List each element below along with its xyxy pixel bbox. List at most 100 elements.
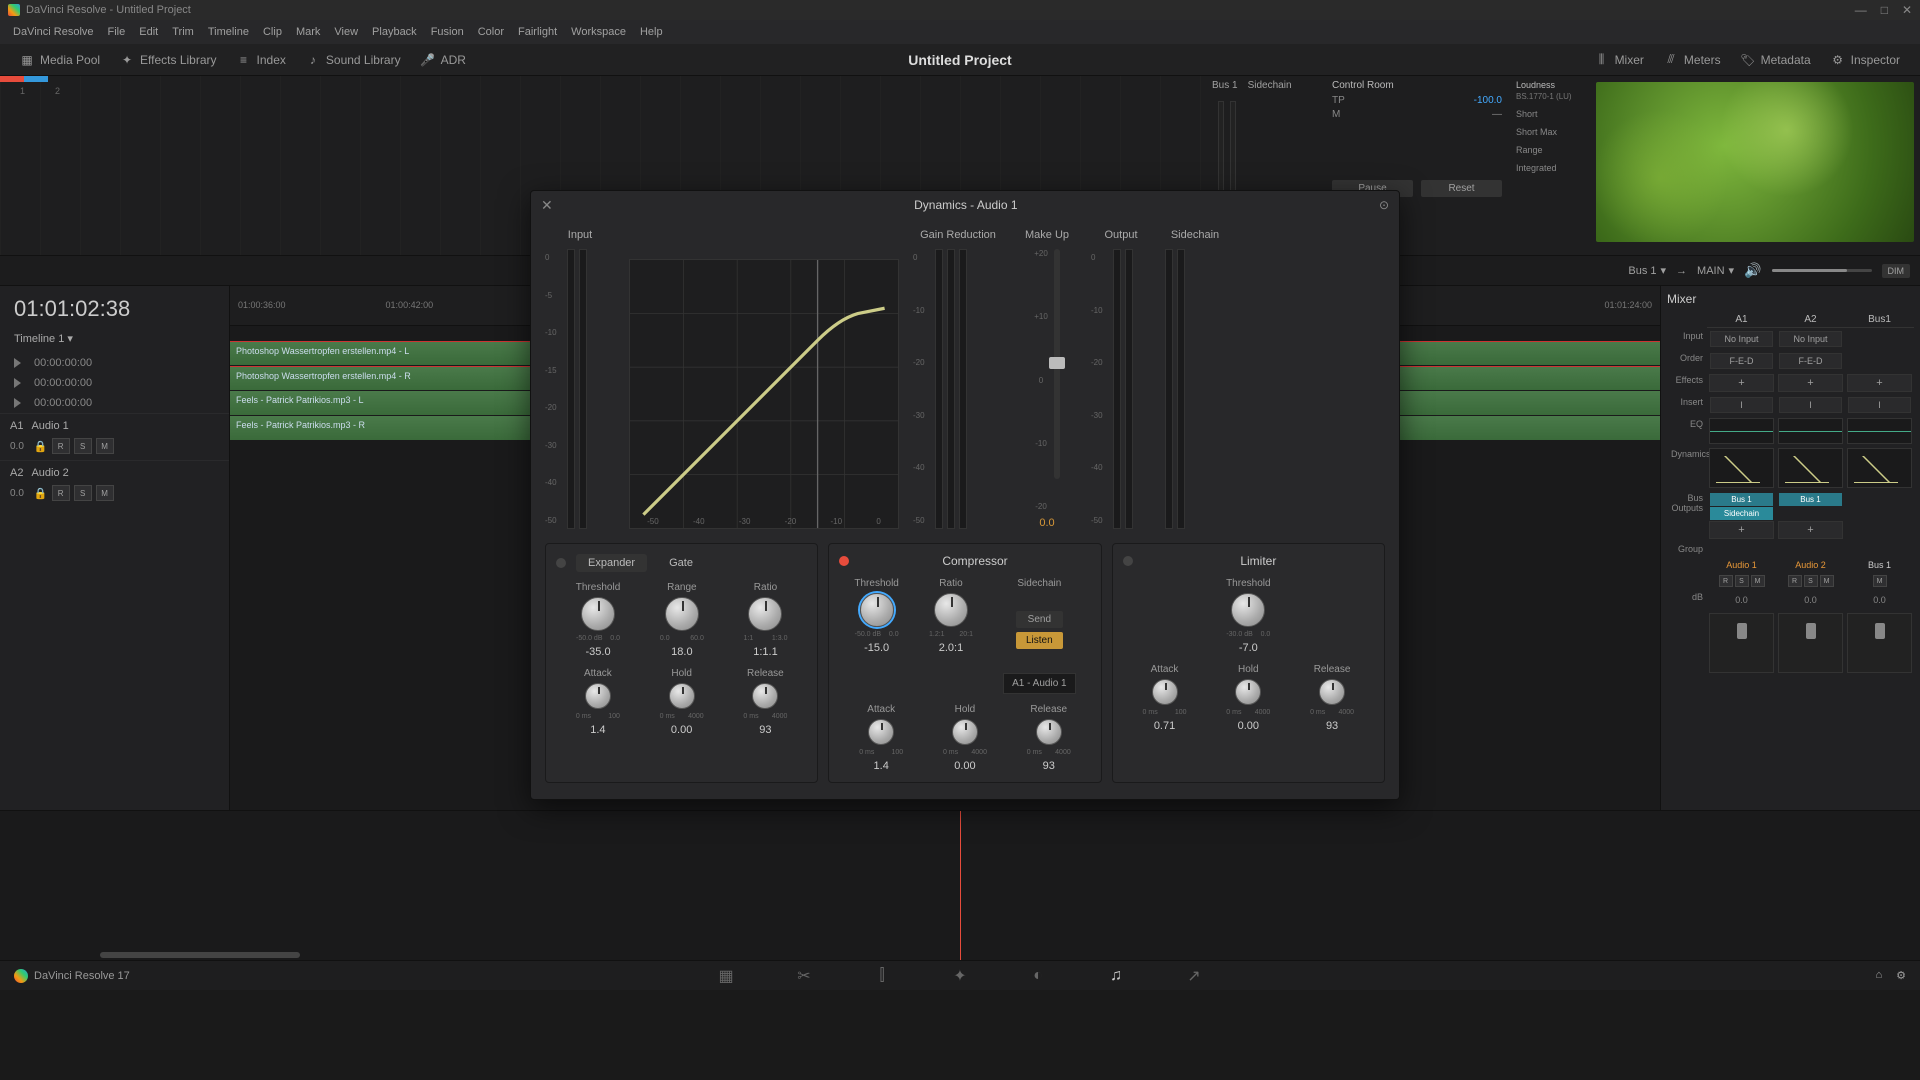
menu-workspace[interactable]: Workspace	[564, 26, 633, 38]
playhead[interactable]	[960, 811, 961, 960]
mute-button[interactable]: M	[96, 438, 114, 454]
channel-fader[interactable]	[1778, 613, 1843, 673]
dynamics-button[interactable]	[1709, 448, 1774, 488]
sidechain-output[interactable]: Sidechain	[1710, 507, 1773, 520]
insert-toggle[interactable]: I	[1710, 397, 1773, 413]
index-button[interactable]: ≡Index	[227, 53, 296, 67]
menu-color[interactable]: Color	[471, 26, 511, 38]
input-select[interactable]: No Input	[1779, 331, 1842, 347]
dialog-close-button[interactable]: ✕	[541, 197, 553, 214]
sidechain-listen-button[interactable]: Listen	[1016, 632, 1063, 649]
record-button[interactable]: R	[52, 485, 70, 501]
expander-tab[interactable]: Expander	[576, 554, 647, 572]
gate-tab[interactable]: Gate	[657, 554, 705, 572]
dynamics-button[interactable]	[1847, 448, 1912, 488]
exp-hold-knob[interactable]	[669, 683, 695, 709]
order-select[interactable]: F-E-D	[1779, 353, 1842, 369]
order-select[interactable]: F-E-D	[1710, 353, 1773, 369]
color-page-icon[interactable]: ◐	[1029, 967, 1047, 985]
m-button[interactable]: M	[1751, 575, 1765, 587]
cut-page-icon[interactable]: ✂	[795, 967, 813, 985]
add-bus-button[interactable]: +	[1778, 521, 1843, 539]
metadata-button[interactable]: 🏷Metadata	[1731, 53, 1821, 67]
eq-button[interactable]	[1847, 418, 1912, 444]
insert-toggle[interactable]: I	[1848, 397, 1911, 413]
dialog-settings-icon[interactable]: ⊙	[1379, 198, 1389, 212]
m-button[interactable]: M	[1873, 575, 1887, 587]
play-icon[interactable]	[14, 358, 24, 368]
exp-range-knob[interactable]	[665, 597, 699, 631]
add-bus-button[interactable]: +	[1709, 521, 1774, 539]
menu-davinci[interactable]: DaVinci Resolve	[6, 26, 101, 38]
menu-help[interactable]: Help	[633, 26, 670, 38]
settings-icon[interactable]: ⚙	[1896, 969, 1906, 982]
menu-clip[interactable]: Clip	[256, 26, 289, 38]
m-button[interactable]: M	[1820, 575, 1834, 587]
reset-button[interactable]: Reset	[1421, 180, 1502, 197]
arrow-right-icon[interactable]: →	[1676, 265, 1687, 277]
makeup-handle[interactable]	[1049, 357, 1065, 369]
add-effect-button[interactable]: +	[1709, 374, 1774, 392]
exp-ratio-knob[interactable]	[748, 597, 782, 631]
play-icon[interactable]	[14, 378, 24, 388]
media-pool-button[interactable]: ▦Media Pool	[10, 53, 110, 67]
limiter-enable-toggle[interactable]	[1123, 556, 1133, 566]
makeup-slider[interactable]	[1054, 249, 1060, 479]
input-select[interactable]: No Input	[1710, 331, 1773, 347]
add-effect-button[interactable]: +	[1847, 374, 1912, 392]
lim-attack-knob[interactable]	[1152, 679, 1178, 705]
inspector-button[interactable]: ⚙Inspector	[1821, 53, 1910, 67]
fairlight-page-icon[interactable]: ♫	[1107, 967, 1125, 985]
sound-library-button[interactable]: ♪Sound Library	[296, 53, 411, 67]
maximize-icon[interactable]: □	[1881, 3, 1888, 17]
menu-mark[interactable]: Mark	[289, 26, 327, 38]
dim-button[interactable]: DIM	[1882, 264, 1911, 278]
comp-release-knob[interactable]	[1036, 719, 1062, 745]
solo-button[interactable]: S	[74, 485, 92, 501]
comp-hold-knob[interactable]	[952, 719, 978, 745]
s-button[interactable]: S	[1804, 575, 1818, 587]
channel-fader[interactable]	[1709, 613, 1774, 673]
bus-output[interactable]: Bus 1	[1779, 493, 1842, 506]
menu-edit[interactable]: Edit	[132, 26, 165, 38]
sidechain-source-dropdown[interactable]: A1 - Audio 1	[1003, 673, 1075, 694]
expander-enable-toggle[interactable]	[556, 558, 566, 568]
lim-hold-knob[interactable]	[1235, 679, 1261, 705]
lim-release-knob[interactable]	[1319, 679, 1345, 705]
close-icon[interactable]: ✕	[1902, 3, 1912, 17]
add-effect-button[interactable]: +	[1778, 374, 1843, 392]
mute-button[interactable]: M	[96, 485, 114, 501]
dynamics-curve[interactable]: -50-40-30-20-100	[629, 259, 899, 529]
deliver-page-icon[interactable]: ↗	[1185, 967, 1203, 985]
horizontal-scrollbar[interactable]	[100, 952, 300, 958]
r-button[interactable]: R	[1788, 575, 1802, 587]
exp-ratio-value[interactable]: 1:1.1	[753, 646, 777, 658]
menu-trim[interactable]: Trim	[165, 26, 201, 38]
exp-threshold-value[interactable]: -35.0	[585, 646, 610, 658]
menu-file[interactable]: File	[101, 26, 133, 38]
record-button[interactable]: R	[52, 438, 70, 454]
comp-attack-knob[interactable]	[868, 719, 894, 745]
lock-icon[interactable]: 🔒	[34, 487, 48, 500]
fusion-page-icon[interactable]: ✦	[951, 967, 969, 985]
lock-icon[interactable]: 🔒	[34, 440, 48, 453]
waveform-editor[interactable]	[0, 810, 1920, 960]
compressor-enable-toggle[interactable]	[839, 556, 849, 566]
r-button[interactable]: R	[1719, 575, 1733, 587]
effects-library-button[interactable]: ✦Effects Library	[110, 53, 226, 67]
volume-slider[interactable]	[1772, 269, 1872, 272]
bus-dropdown[interactable]: Bus 1▾	[1628, 264, 1666, 277]
s-button[interactable]: S	[1735, 575, 1749, 587]
lim-threshold-knob[interactable]	[1231, 593, 1265, 627]
eq-button[interactable]	[1778, 418, 1843, 444]
dynamics-button[interactable]	[1778, 448, 1843, 488]
eq-button[interactable]	[1709, 418, 1774, 444]
minimize-icon[interactable]: —	[1855, 3, 1867, 17]
sidechain-send-button[interactable]: Send	[1016, 611, 1063, 628]
media-page-icon[interactable]: ▦	[717, 967, 735, 985]
edit-page-icon[interactable]: ⫿	[873, 967, 891, 985]
play-icon[interactable]	[14, 398, 24, 408]
comp-threshold-knob[interactable]	[860, 593, 894, 627]
exp-attack-knob[interactable]	[585, 683, 611, 709]
menu-timeline[interactable]: Timeline	[201, 26, 256, 38]
